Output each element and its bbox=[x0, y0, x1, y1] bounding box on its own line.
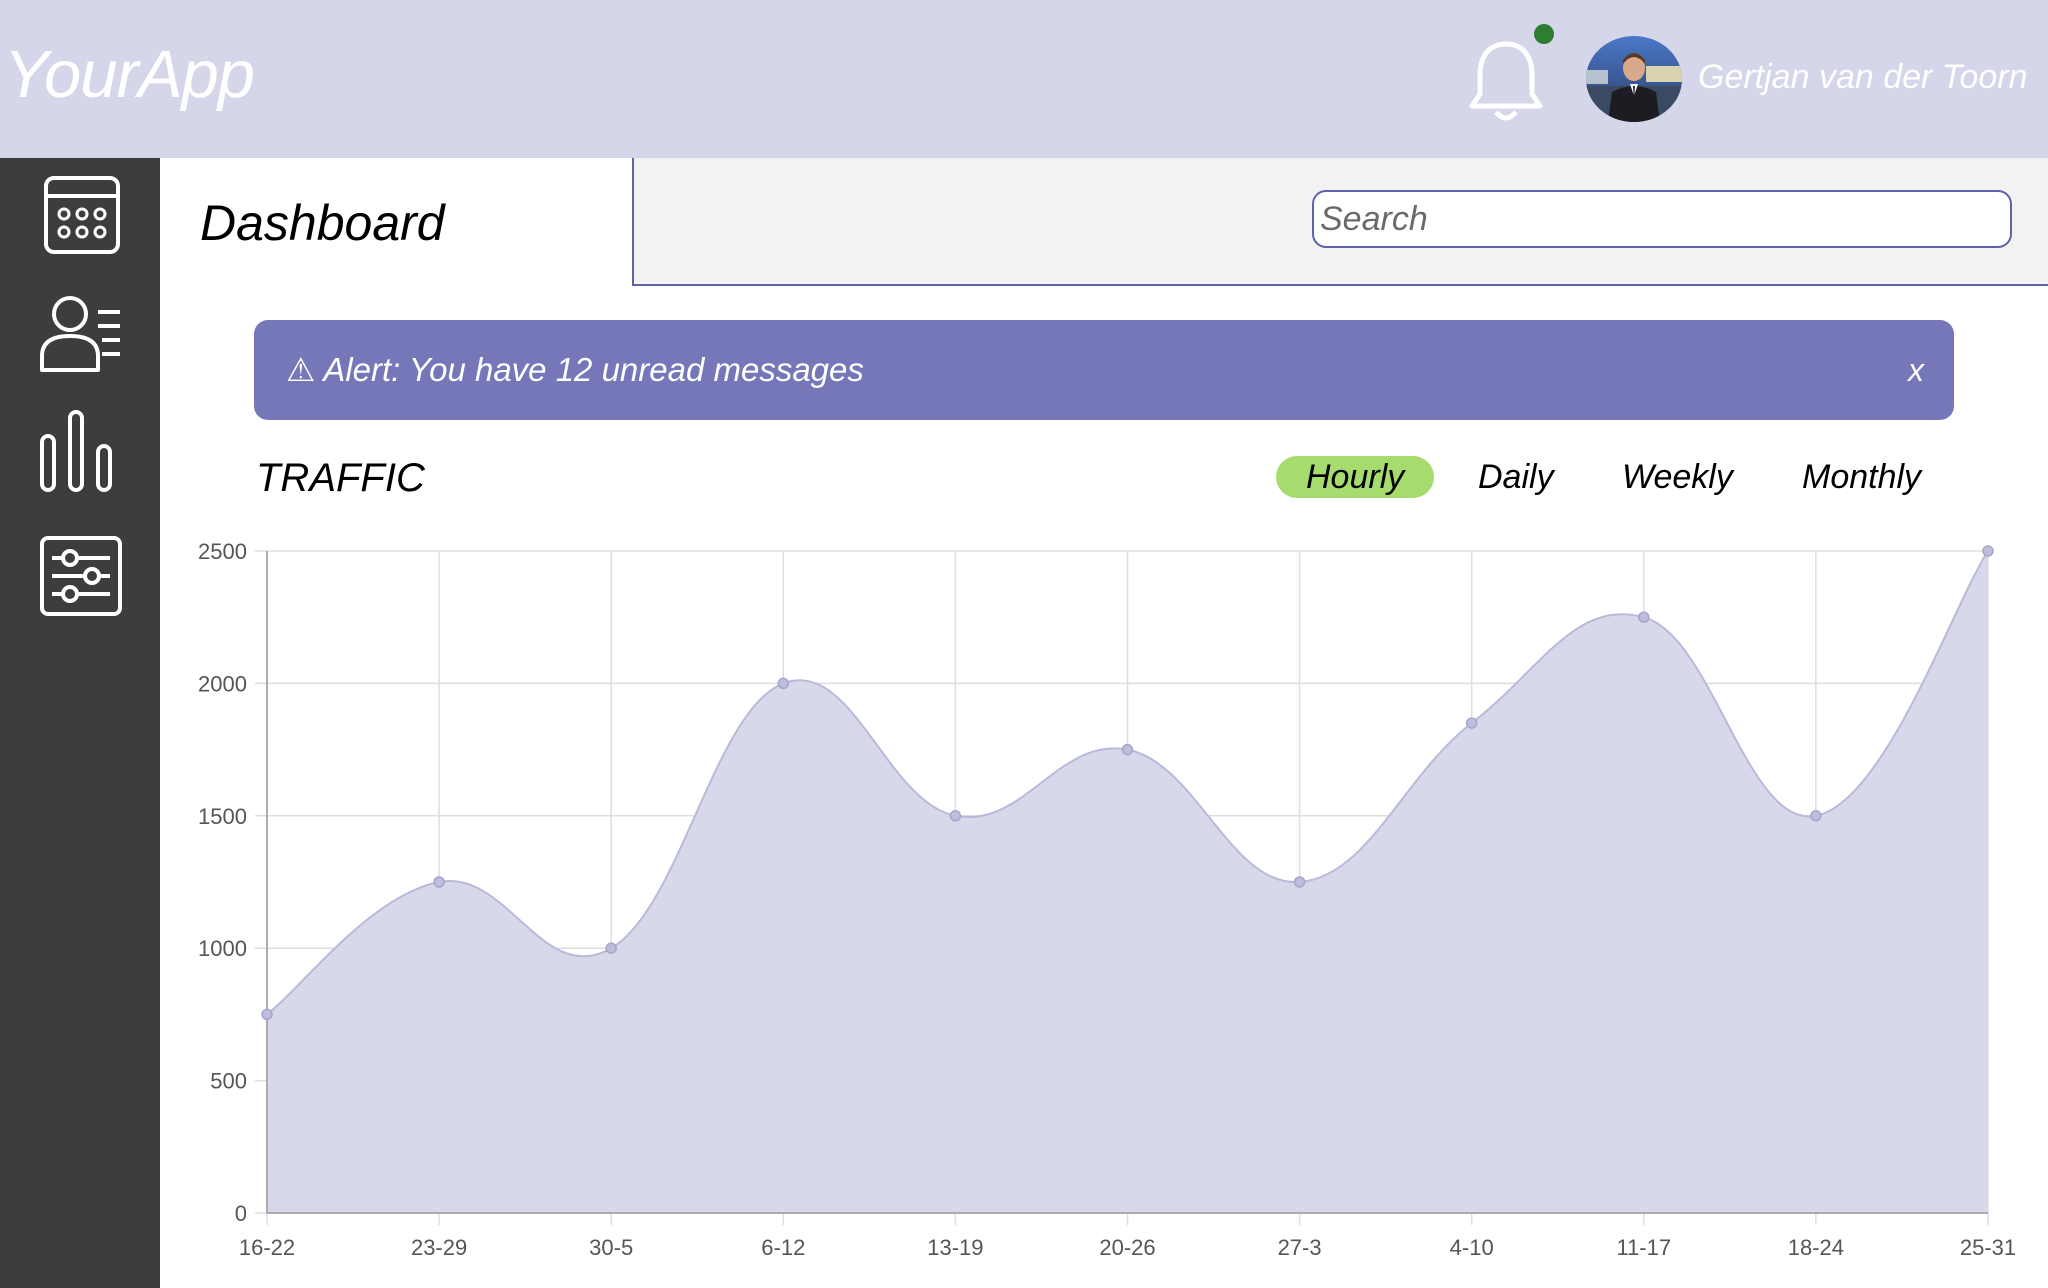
data-point bbox=[1982, 545, 1994, 557]
data-point bbox=[1810, 810, 1822, 822]
calendar-icon[interactable] bbox=[36, 170, 126, 260]
x-tick-label: 25-31 bbox=[1960, 1235, 2016, 1260]
app-logo[interactable]: YourApp bbox=[4, 36, 255, 113]
search-input[interactable] bbox=[1312, 190, 2012, 248]
tab-monthly[interactable]: Monthly bbox=[1802, 456, 1921, 498]
title-area: Dashboard bbox=[160, 158, 632, 286]
data-point bbox=[949, 810, 962, 822]
bar-chart-icon[interactable] bbox=[36, 406, 126, 496]
data-point bbox=[1293, 876, 1306, 888]
x-tick-label: 13-19 bbox=[927, 1235, 983, 1260]
y-tick-label: 1000 bbox=[198, 936, 247, 961]
notification-bell-icon[interactable] bbox=[1466, 36, 1546, 126]
top-header: YourApp Gertjan van der Toorn bbox=[0, 0, 2048, 158]
data-point bbox=[433, 876, 445, 888]
x-tick-label: 20-26 bbox=[1099, 1235, 1155, 1260]
x-tick-label: 23-29 bbox=[411, 1235, 467, 1260]
x-tick-label: 16-22 bbox=[239, 1235, 295, 1260]
search-panel bbox=[632, 158, 2048, 286]
avatar[interactable] bbox=[1586, 36, 1682, 122]
y-tick-label: 500 bbox=[210, 1069, 247, 1094]
data-point bbox=[605, 942, 617, 954]
y-tick-label: 2500 bbox=[198, 539, 247, 564]
alert-message: ⚠ Alert: You have 12 unread messages bbox=[286, 351, 864, 388]
y-tick-label: 1500 bbox=[198, 804, 247, 829]
tab-hourly[interactable]: Hourly bbox=[1276, 456, 1435, 498]
x-tick-label: 4-10 bbox=[1450, 1235, 1494, 1260]
page-title: Dashboard bbox=[200, 195, 445, 251]
user-name[interactable]: Gertjan van der Toorn bbox=[1698, 58, 2028, 97]
y-tick-label: 0 bbox=[235, 1201, 247, 1226]
notification-dot bbox=[1534, 24, 1554, 44]
x-tick-label: 18-24 bbox=[1788, 1235, 1844, 1260]
data-point bbox=[1638, 611, 1650, 623]
alert-banner: ⚠ Alert: You have 12 unread messages x bbox=[254, 320, 1954, 420]
y-tick-label: 2000 bbox=[198, 671, 247, 696]
tab-weekly[interactable]: Weekly bbox=[1622, 456, 1733, 498]
traffic-title: TRAFFIC bbox=[256, 456, 425, 500]
x-tick-label: 6-12 bbox=[761, 1235, 805, 1260]
data-point bbox=[1465, 717, 1478, 729]
data-point bbox=[261, 1008, 273, 1021]
traffic-chart: 0 500 1000 1500 2000 2500 16-22 23-29 30-5 6-12 13… bbox=[198, 539, 2016, 1260]
x-tick-label: 11-17 bbox=[1616, 1235, 1671, 1260]
x-tick-label: 30-5 bbox=[589, 1235, 633, 1260]
x-tick-label: 27-3 bbox=[1278, 1235, 1322, 1260]
data-point bbox=[777, 677, 790, 690]
alert-close-button[interactable]: x bbox=[1908, 352, 1924, 389]
data-point bbox=[1121, 743, 1134, 756]
tab-daily[interactable]: Daily bbox=[1478, 456, 1554, 498]
users-icon[interactable] bbox=[36, 288, 126, 378]
